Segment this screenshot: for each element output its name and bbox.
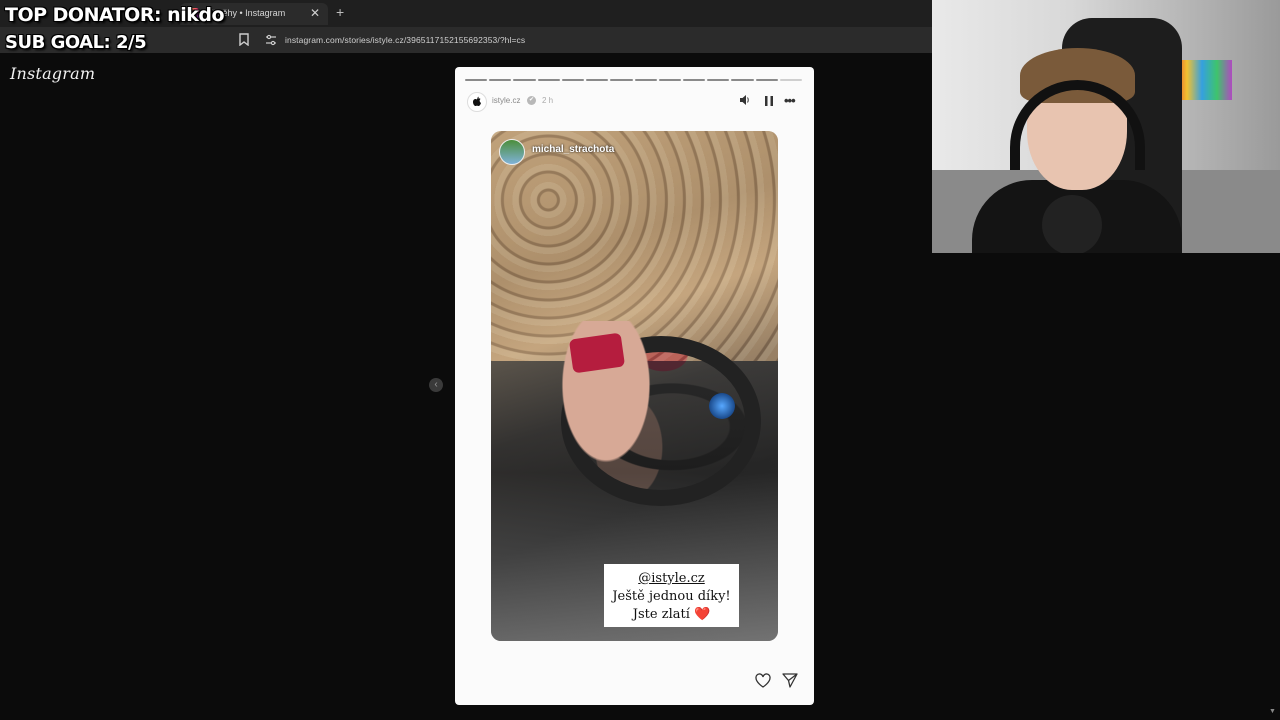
shared-post[interactable]: michal_strachota @istyle.cz Ještě jednou… — [491, 131, 778, 641]
progress-segment — [755, 79, 778, 81]
progress-segment — [489, 79, 512, 81]
verified-badge-icon: ✔ — [527, 96, 536, 105]
red-mug-photo — [568, 332, 626, 374]
sub-goal-label: SUB GOAL: 2/5 — [5, 32, 147, 53]
sticker-mention[interactable]: @istyle.cz — [604, 570, 739, 588]
story-viewer[interactable]: istyle.cz ✔ 2 h ••• michal_strachota @is… — [455, 67, 814, 705]
progress-segment — [561, 79, 585, 81]
progress-segment — [586, 79, 609, 81]
heart-icon[interactable] — [755, 673, 771, 688]
pause-icon[interactable] — [764, 95, 774, 107]
new-tab-button[interactable]: + — [336, 4, 344, 20]
progress-segment — [779, 79, 803, 81]
webcam-feed — [932, 0, 1280, 253]
sticker-line-1: Ještě jednou díky! — [612, 589, 731, 604]
microphone-icon — [1042, 195, 1102, 253]
progress-segment — [513, 79, 536, 81]
post-author-avatar[interactable] — [499, 139, 525, 165]
progress-segment — [731, 79, 754, 81]
story-username[interactable]: istyle.cz — [492, 96, 520, 105]
story-progress-bar — [465, 79, 803, 81]
story-header: istyle.cz ✔ 2 h ••• — [465, 91, 804, 112]
tab-close-icon[interactable]: ✕ — [310, 6, 320, 20]
apple-logo-icon[interactable] — [467, 92, 487, 112]
sound-icon[interactable] — [739, 94, 751, 106]
send-icon[interactable] — [782, 673, 798, 688]
instagram-logo[interactable]: Instagram — [10, 64, 95, 83]
instrument-cluster-photo — [709, 393, 735, 419]
scroll-down-icon[interactable]: ▼ — [1269, 708, 1276, 715]
site-info-icon[interactable] — [265, 34, 277, 46]
progress-segment — [537, 79, 560, 81]
post-author-username[interactable]: michal_strachota — [532, 144, 614, 155]
progress-segment — [707, 79, 730, 81]
text-sticker: @istyle.cz Ještě jednou díky! Jste zlatí… — [604, 564, 739, 627]
progress-segment — [465, 79, 488, 81]
bookmark-icon[interactable] — [239, 33, 249, 46]
progress-segment — [682, 79, 706, 81]
top-donator-label: TOP DONATOR: nikdo — [5, 4, 225, 26]
streamer — [972, 40, 1182, 253]
sticker-line-2: Jste zlatí ❤️ — [632, 607, 711, 622]
more-options-icon[interactable]: ••• — [784, 93, 796, 108]
url-input[interactable]: instagram.com/stories/istyle.cz/39651171… — [285, 35, 525, 45]
progress-segment — [658, 79, 681, 81]
story-timestamp: 2 h — [542, 96, 554, 105]
progress-segment — [610, 79, 633, 81]
progress-segment — [634, 79, 657, 81]
previous-story-button[interactable]: ‹ — [429, 378, 443, 392]
